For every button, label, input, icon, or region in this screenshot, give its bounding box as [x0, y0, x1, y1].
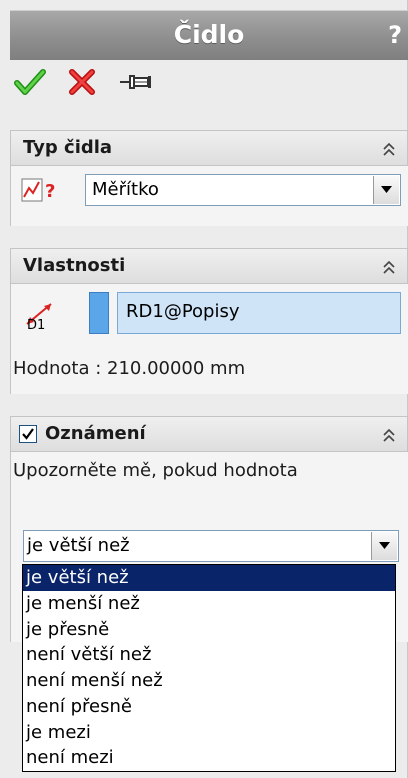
- dropdown-option[interactable]: není mezi: [23, 745, 395, 771]
- cancel-button[interactable]: [66, 66, 104, 104]
- toolbar: [0, 66, 408, 104]
- help-button[interactable]: ?: [388, 10, 402, 60]
- dropdown-arrow-icon[interactable]: [371, 532, 397, 560]
- x-icon: [69, 69, 95, 95]
- dropdown-arrow-icon[interactable]: [373, 176, 399, 204]
- dropdown-option[interactable]: je mezi: [23, 720, 395, 746]
- section-title: Vlastnosti: [23, 255, 126, 276]
- dimension-field[interactable]: RD1@Popisy: [117, 292, 401, 334]
- section-header-sensor-type[interactable]: Typ čidla: [10, 130, 408, 166]
- collapse-chevron-icon[interactable]: [381, 140, 397, 158]
- dimension-color-swatch: [89, 292, 109, 334]
- dropdown-option[interactable]: není přesně: [23, 694, 395, 720]
- property-manager: Čidlo ? Typ čidla ? Měřítko Vlastnosti D…: [0, 0, 408, 778]
- panel-title: Čidlo: [173, 20, 245, 49]
- ok-button[interactable]: [14, 66, 52, 104]
- title-bar: Čidlo ?: [10, 10, 408, 60]
- checkmark-icon: [14, 69, 46, 95]
- pushpin-icon: [120, 75, 151, 89]
- section-title: Oznámení: [45, 423, 146, 444]
- value-readout: Hodnota : 210.00000 mm: [13, 358, 246, 379]
- checkbox-check-icon: [22, 428, 34, 440]
- dropdown-option[interactable]: je větší než: [23, 565, 395, 591]
- dimension-icon-label: D1: [27, 318, 46, 333]
- condition-dropdown-list: je větší než je menší než je přesně není…: [22, 564, 396, 772]
- collapse-chevron-icon[interactable]: [381, 426, 397, 444]
- pin-button[interactable]: [118, 66, 156, 104]
- section-header-properties[interactable]: Vlastnosti: [10, 248, 408, 284]
- condition-value: je větší než: [27, 535, 130, 556]
- collapse-chevron-icon[interactable]: [381, 258, 397, 276]
- dropdown-option[interactable]: je přesně: [23, 617, 395, 643]
- condition-select[interactable]: je větší než: [23, 530, 399, 562]
- dropdown-option[interactable]: je menší než: [23, 591, 395, 617]
- sensor-type-select[interactable]: Měřítko: [85, 174, 401, 206]
- section-title: Typ čidla: [23, 137, 113, 158]
- section-body-properties: D1 RD1@Popisy Hodnota : 210.00000 mm: [10, 284, 408, 394]
- svg-text:?: ?: [45, 181, 55, 202]
- sensor-type-value: Měřítko: [92, 179, 159, 200]
- sensor-graph-icon: ?: [21, 178, 55, 202]
- dimension-value: RD1@Popisy: [126, 301, 240, 322]
- notification-checkbox[interactable]: [19, 425, 37, 443]
- dropdown-option[interactable]: není větší než: [23, 642, 395, 668]
- section-header-notification[interactable]: Oznámení: [10, 416, 408, 452]
- notification-description: Upozorněte mě, pokud hodnota: [13, 460, 298, 481]
- section-body-sensor-type: ? Měřítko: [10, 166, 408, 226]
- dropdown-option[interactable]: není menší než: [23, 668, 395, 694]
